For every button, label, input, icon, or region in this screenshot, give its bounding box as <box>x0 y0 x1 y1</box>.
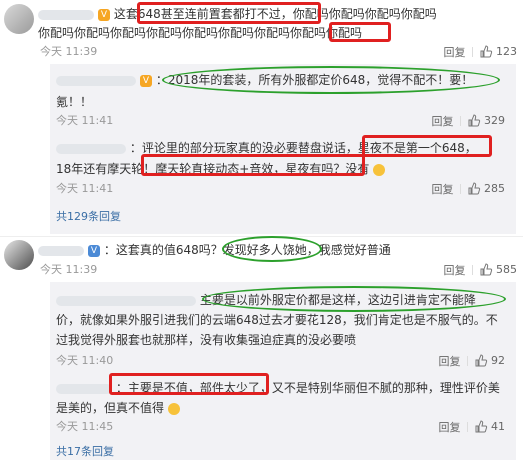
reply-time: 今天 11:40 <box>56 354 114 367</box>
like-button[interactable]: 585 <box>479 263 517 277</box>
like-count: 585 <box>496 263 517 276</box>
reply-button[interactable]: 回复 <box>439 353 461 369</box>
thumbs-up-icon <box>475 354 487 367</box>
more-replies-link[interactable]: 共17条回复 <box>56 443 114 459</box>
vip-badge-icon: V <box>139 74 152 87</box>
reply-text-cont: 氪！！ <box>56 95 93 109</box>
like-button[interactable]: 285 <box>467 182 505 196</box>
reply-time: 今天 11:41 <box>56 114 114 127</box>
highlight-box <box>362 135 492 157</box>
divider <box>459 184 461 194</box>
reply-button[interactable]: 回复 <box>432 181 454 197</box>
reply-text-cont: 是美的，但真不值得 <box>56 400 180 416</box>
reply-text-cont: 过我觉得外服套也就那样，没有收集强迫症真的没必要喷 <box>56 333 357 347</box>
reply-text-cont: 价，就像如果外服引进我们的云端648过去才要花128，我们肯定也是不服气的。不 <box>56 313 498 327</box>
thumbs-up-icon <box>468 114 480 127</box>
reply-time: 今天 11:41 <box>56 182 114 195</box>
username-blurred[interactable] <box>38 9 94 20</box>
like-count: 329 <box>484 114 505 127</box>
comment-actions: 回复 585 <box>444 262 518 278</box>
reply-time: 今天 11:45 <box>56 420 114 433</box>
username-blurred[interactable] <box>56 383 112 394</box>
highlight-ellipse <box>202 286 506 312</box>
comment-actions: 回复 123 <box>444 44 518 60</box>
highlight-box <box>137 2 321 24</box>
avatar[interactable] <box>4 4 34 34</box>
username-blurred[interactable] <box>38 245 84 256</box>
highlight-ellipse <box>222 236 322 262</box>
like-count: 92 <box>491 354 505 367</box>
like-count: 285 <box>484 182 505 195</box>
reply-button[interactable]: 回复 <box>444 262 466 278</box>
thumbs-up-icon <box>468 182 480 195</box>
smile-emoji-icon <box>167 402 180 415</box>
highlight-box <box>141 154 365 176</box>
highlight-box <box>109 373 269 395</box>
reply-actions: 回复 41 <box>439 419 506 435</box>
verified-badge-icon: V <box>87 244 100 257</box>
smile-emoji-icon <box>373 163 386 176</box>
like-count: 123 <box>496 45 517 58</box>
highlight-ellipse <box>162 66 500 94</box>
reply-button[interactable]: 回复 <box>444 44 466 60</box>
comment-text: V ：这套真的值648吗？发现好多人饶她，我感觉好普通 <box>38 242 391 258</box>
thumbs-up-icon <box>480 45 492 58</box>
comment-time: 今天 11:39 <box>40 263 98 276</box>
comment-text-cont: 你配吗你配吗你配吗你配吗你配吗你配吗你配吗你配吗你配吗 <box>38 26 363 40</box>
like-button[interactable]: 41 <box>474 420 505 434</box>
like-button[interactable]: 329 <box>467 114 505 128</box>
highlight-box <box>329 22 391 42</box>
username-blurred[interactable] <box>56 75 136 86</box>
more-replies-link[interactable]: 共129条回复 <box>56 208 121 224</box>
thumbs-up-icon <box>480 263 492 276</box>
vip-badge-icon: V <box>97 8 110 21</box>
like-button[interactable]: 92 <box>474 354 505 368</box>
divider <box>466 356 468 366</box>
divider <box>471 265 473 275</box>
divider <box>459 116 461 126</box>
comment-time: 今天 11:39 <box>40 45 98 58</box>
username-blurred[interactable] <box>56 295 196 306</box>
like-button[interactable]: 123 <box>479 45 517 59</box>
divider <box>466 422 468 432</box>
reply-button[interactable]: 回复 <box>439 419 461 435</box>
avatar[interactable] <box>4 240 34 270</box>
reply-actions: 回复 92 <box>439 353 506 369</box>
reply-button[interactable]: 回复 <box>432 113 454 129</box>
reply-actions: 回复 285 <box>432 181 506 197</box>
reply-actions: 回复 329 <box>432 113 506 129</box>
thumbs-up-icon <box>475 420 487 433</box>
username-blurred[interactable] <box>56 143 126 154</box>
divider <box>471 47 473 57</box>
like-count: 41 <box>491 420 505 433</box>
